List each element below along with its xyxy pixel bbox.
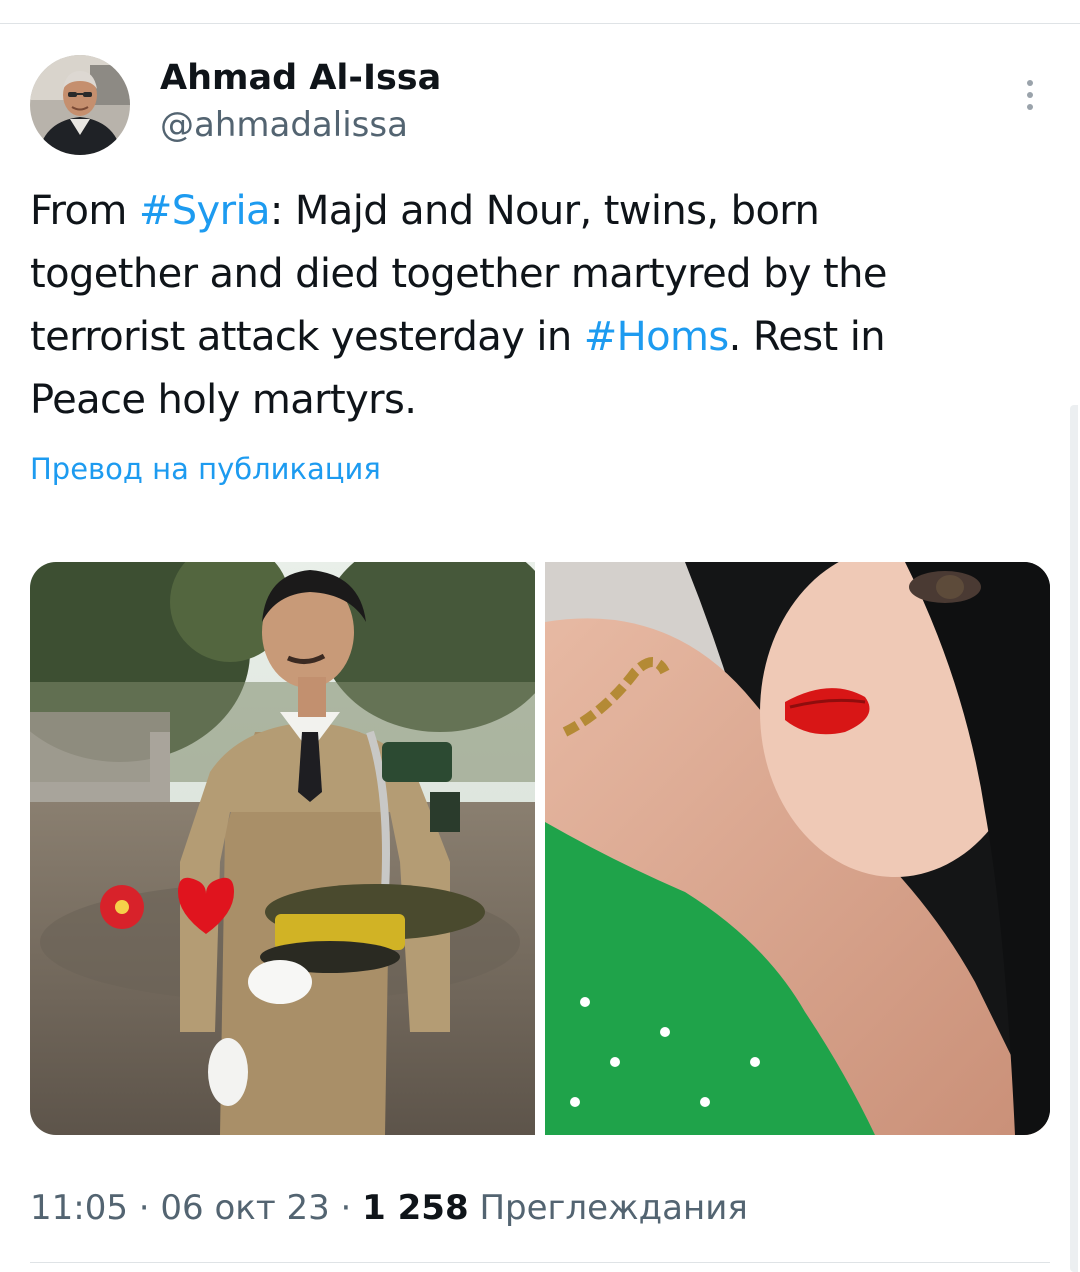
tweet-text-segment: terrorist attack yesterday in <box>30 314 584 360</box>
tweet-photo-woman[interactable] <box>545 562 1050 1135</box>
views-label: Преглеждания <box>479 1188 748 1228</box>
views-count: 1 258 <box>362 1188 469 1228</box>
hashtag-link[interactable]: #Syria <box>139 188 271 234</box>
hashtag-link[interactable]: #Homs <box>584 314 729 360</box>
translate-post-link[interactable]: Превод на публикация <box>30 452 381 486</box>
scrollbar[interactable] <box>1070 405 1078 1272</box>
tweet-text-line: From #Syria: Majd and Nour, twins, born <box>30 180 1040 243</box>
author-avatar[interactable] <box>30 55 130 155</box>
meta-separator: · <box>138 1188 150 1228</box>
tweet-text-segment: . Rest in <box>728 314 886 360</box>
bottom-divider <box>30 1262 1050 1263</box>
author-display-name[interactable]: Ahmad Al-Issa <box>160 58 441 98</box>
tweet-text-line: Peace holy martyrs. <box>30 369 1040 432</box>
tweet-text-segment: : Majd and Nour, twins, born <box>269 188 820 234</box>
tweet-text-segment: Peace holy martyrs. <box>30 377 417 423</box>
more-options-button[interactable] <box>1012 75 1048 115</box>
tweet-text-line: terrorist attack yesterday in #Homs. Res… <box>30 306 1040 369</box>
top-divider <box>0 23 1080 24</box>
tweet-date[interactable]: 06 окт 23 <box>160 1188 329 1228</box>
tweet-meta: 11:05 · 06 окт 23 · 1 258 Преглеждания <box>30 1188 748 1228</box>
tweet-text-segment: From <box>30 188 139 234</box>
tweet-text: From #Syria: Majd and Nour, twins, born t… <box>30 180 1040 432</box>
meta-separator: · <box>340 1188 352 1228</box>
tweet-text-line: together and died together martyred by t… <box>30 243 1040 306</box>
tweet-time[interactable]: 11:05 <box>30 1188 128 1228</box>
author-handle[interactable]: @ahmadalissa <box>160 105 408 145</box>
more-vertical-icon <box>1027 80 1033 110</box>
tweet-text-segment: together and died together martyred by t… <box>30 251 887 297</box>
tweet-photo-soldier[interactable] <box>30 562 535 1135</box>
